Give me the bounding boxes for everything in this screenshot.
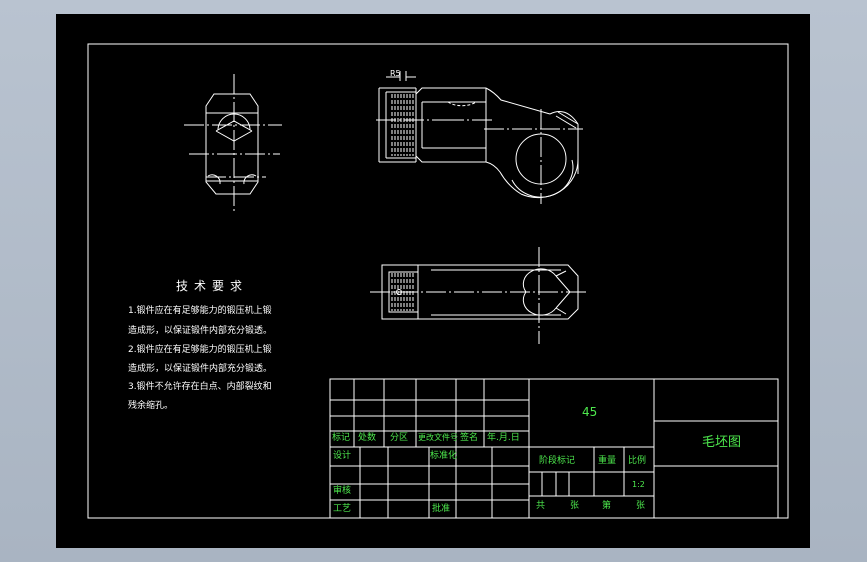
- label-di: 第: [602, 501, 612, 511]
- drawing-name: 毛坯图: [702, 435, 742, 450]
- notes-line-2: 造成形，以保证锻件内部充分锻透。: [128, 326, 273, 336]
- label-zhang-2: 张: [636, 501, 646, 511]
- label-chushu: 处数: [358, 433, 377, 443]
- notes-line-5: 3.锻件不允许存在白点、内部裂纹和: [128, 382, 272, 392]
- label-shenhe: 审核: [333, 486, 352, 496]
- label-fenqu: 分区: [390, 433, 409, 443]
- material-label: 45: [582, 405, 598, 419]
- label-gengai: 更改文件号: [418, 433, 458, 442]
- dimension-label: R5: [390, 69, 401, 78]
- label-date: 年.月.日: [487, 433, 520, 443]
- label-biaoji: 标记: [332, 433, 351, 443]
- front-view: [376, 71, 583, 204]
- label-scale: 比例: [628, 456, 647, 466]
- top-view: [370, 247, 588, 344]
- label-gongyi: 工艺: [333, 504, 352, 514]
- label-pizhun: 批准: [432, 504, 451, 514]
- drawing-svg: [87, 43, 789, 519]
- notes-title: 技术要求: [176, 279, 249, 293]
- label-zhang-1: 张: [570, 501, 580, 511]
- label-gong: 共: [536, 501, 546, 511]
- notes-line-1: 1.锻件应在有足够能力的锻压机上锻: [128, 306, 272, 316]
- notes-line-3: 2.锻件应在有足够能力的锻压机上锻: [128, 345, 272, 355]
- notes-line-6: 残余缩孔。: [128, 401, 174, 411]
- label-sheji: 设计: [333, 451, 352, 461]
- notes-line-4: 造成形，以保证锻件内部充分锻透。: [128, 364, 273, 374]
- label-qianming: 签名: [460, 433, 479, 443]
- scale-value: 1:2: [632, 480, 645, 489]
- drawing-sheet: R5 技术要求 1.锻件应在有足够能力的锻压机上锻 造成形，以保证锻件内部充分锻…: [56, 14, 810, 548]
- label-weight: 重量: [598, 456, 617, 466]
- label-biaozhunhua: 标准化: [430, 451, 458, 461]
- label-stage-mark: 阶段标记: [539, 456, 576, 466]
- side-view: [184, 74, 282, 212]
